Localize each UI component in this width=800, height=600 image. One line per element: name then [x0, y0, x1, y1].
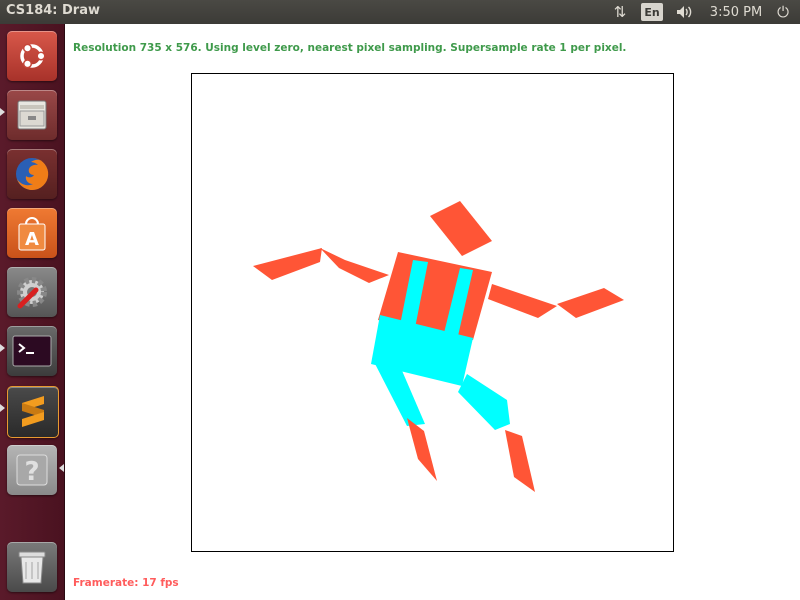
- question-mark-icon: ?: [16, 454, 48, 487]
- network-indicator[interactable]: ⇅: [608, 0, 632, 24]
- launcher-active-indicator: [59, 464, 64, 472]
- figure-right-upper-arm: [488, 284, 557, 318]
- framerate-label: Framerate: 17 fps: [73, 577, 179, 589]
- window-title: CS184: Draw: [6, 3, 100, 18]
- svg-text:?: ?: [24, 457, 39, 487]
- session-menu[interactable]: ⏻: [772, 0, 794, 24]
- sublime-icon: [22, 396, 44, 427]
- running-indicator: [0, 108, 5, 116]
- running-indicator: [0, 344, 5, 352]
- launcher-trash[interactable]: [7, 542, 57, 592]
- terminal-icon: [12, 335, 52, 367]
- running-indicator: [0, 404, 5, 412]
- svg-text:A: A: [25, 229, 39, 250]
- settings-wrench-icon: [17, 277, 47, 309]
- speaker-icon: [677, 6, 692, 18]
- figure-right-thigh: [458, 374, 510, 430]
- launcher-firefox[interactable]: [7, 149, 57, 199]
- launcher-help[interactable]: ?: [7, 445, 57, 495]
- status-text: Resolution 735 x 576. Using level zero, …: [73, 42, 627, 54]
- drawing-canvas[interactable]: [191, 73, 674, 552]
- figure-right-forearm: [557, 288, 624, 318]
- power-icon: ⏻: [777, 3, 789, 21]
- shopping-bag-icon: A: [18, 217, 46, 251]
- launcher-terminal[interactable]: [7, 326, 57, 376]
- launcher-system-settings[interactable]: [7, 267, 57, 317]
- figure-left-forearm: [320, 248, 389, 283]
- trash-icon: [18, 551, 46, 584]
- ubuntu-logo-icon: [20, 43, 46, 69]
- figure-head: [430, 201, 492, 256]
- firefox-icon: [16, 157, 49, 190]
- volume-indicator[interactable]: [672, 0, 698, 24]
- framerate-readout: Framerate: 17 fps: [73, 577, 179, 589]
- launcher-software-center[interactable]: A: [7, 208, 57, 258]
- launcher-files[interactable]: [7, 90, 57, 140]
- file-cabinet-icon: [17, 100, 47, 130]
- figure-left-shin: [407, 418, 437, 481]
- launcher: A ?: [0, 24, 65, 600]
- keyboard-language-indicator[interactable]: En: [641, 3, 663, 21]
- figure-right-shin: [505, 430, 535, 492]
- figure-left-upper-arm: [253, 248, 322, 280]
- launcher-ubuntu-dash[interactable]: [7, 31, 57, 81]
- clock[interactable]: 3:50 PM: [706, 0, 766, 24]
- figure-drawing: [253, 201, 624, 492]
- launcher-sublime-text[interactable]: [7, 386, 59, 438]
- network-updown-icon: ⇅: [613, 3, 627, 21]
- top-panel: CS184: Draw ⇅ En 3:50 PM ⏻: [0, 0, 800, 24]
